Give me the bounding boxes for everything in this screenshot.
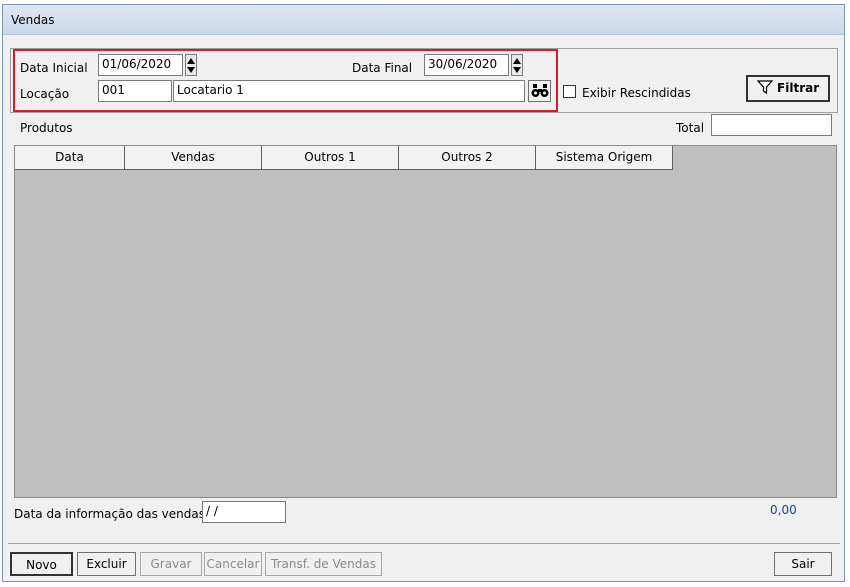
title-bar: Vendas — [3, 5, 844, 35]
filtrar-label: Filtrar — [777, 81, 820, 95]
produtos-label: Produtos — [20, 121, 73, 135]
data-info-input[interactable]: / / — [202, 501, 286, 523]
data-inicial-spin[interactable] — [185, 54, 197, 76]
binoculars-icon — [531, 84, 548, 97]
data-inicial-label: Data Inicial — [20, 61, 88, 75]
data-inicial-input[interactable]: 01/06/2020 — [98, 54, 183, 76]
col-header-vendas[interactable]: Vendas — [125, 146, 262, 170]
novo-label: Novo — [26, 558, 57, 572]
locacao-code-input[interactable]: 001 — [98, 80, 172, 102]
col-header-data[interactable]: Data — [15, 146, 125, 170]
search-locacao-button[interactable] — [528, 80, 551, 102]
transf-vendas-label: Transf. de Vendas — [271, 557, 376, 571]
locacao-name-input[interactable]: Locatario 1 — [173, 80, 525, 102]
data-final-input[interactable]: 30/06/2020 — [424, 54, 509, 76]
col-header-outros-2[interactable]: Outros 2 — [399, 146, 536, 170]
col-header-outros-1[interactable]: Outros 1 — [262, 146, 399, 170]
filtrar-button[interactable]: Filtrar — [746, 75, 830, 102]
excluir-label: Excluir — [86, 557, 127, 571]
locacao-label: Locação — [20, 87, 70, 101]
sum-value: 0,00 — [770, 503, 797, 517]
data-final-spin[interactable] — [511, 54, 523, 76]
sair-button[interactable]: Sair — [774, 552, 832, 576]
excluir-button[interactable]: Excluir — [77, 552, 136, 576]
data-info-label: Data da informação das vendas — [14, 507, 205, 521]
sair-label: Sair — [791, 557, 815, 571]
novo-button[interactable]: Novo — [10, 552, 73, 576]
window-title: Vendas — [11, 13, 55, 27]
cancelar-button[interactable]: Cancelar — [204, 552, 262, 576]
vendas-grid[interactable]: Data Vendas Outros 1 Outros 2 Sistema Or… — [14, 145, 837, 498]
cancelar-label: Cancelar — [206, 557, 260, 571]
gravar-label: Gravar — [150, 557, 192, 571]
gravar-button[interactable]: Gravar — [140, 552, 202, 576]
transf-vendas-button[interactable]: Transf. de Vendas — [265, 552, 382, 576]
bottom-separator — [8, 543, 840, 544]
vendas-window: Vendas Data Inicial 01/06/2020 Data Fina… — [2, 4, 845, 582]
total-input[interactable] — [711, 114, 832, 136]
spin-up-icon — [513, 58, 521, 64]
total-label: Total — [676, 121, 705, 135]
funnel-icon — [756, 80, 774, 95]
exibir-rescindidas-label[interactable]: Exibir Rescindidas — [582, 86, 691, 100]
col-header-sistema-origem[interactable]: Sistema Origem — [536, 146, 673, 170]
spin-down-icon — [513, 67, 521, 73]
data-final-label: Data Final — [352, 61, 413, 75]
spin-up-icon — [187, 58, 195, 64]
exibir-rescindidas-checkbox[interactable] — [563, 85, 576, 98]
spin-down-icon — [187, 67, 195, 73]
